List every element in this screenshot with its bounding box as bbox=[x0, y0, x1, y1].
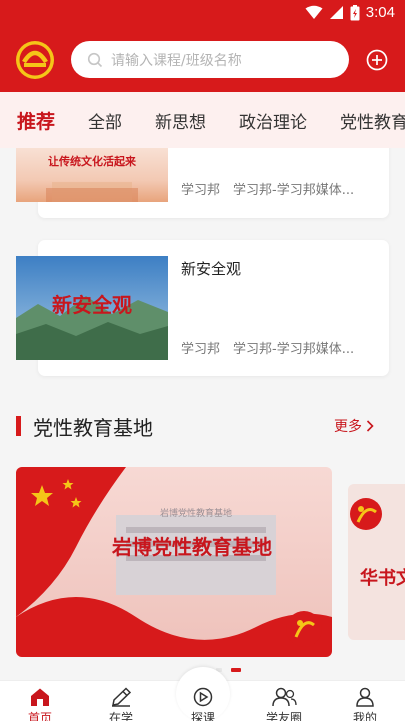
more-label: 更多 bbox=[334, 419, 362, 435]
tab-political-theory[interactable]: 政治理论 bbox=[239, 108, 307, 133]
building-sign: 岩博党性教育基地 bbox=[160, 507, 232, 519]
banner-card-next[interactable]: 华书文朝 bbox=[348, 484, 405, 640]
home-icon bbox=[31, 688, 49, 706]
wifi-icon bbox=[305, 5, 323, 19]
section-header: 党性教育基地 更多 bbox=[0, 410, 405, 442]
tab-recommend[interactable]: 推荐 bbox=[17, 107, 55, 134]
more-link[interactable]: 更多 bbox=[334, 416, 374, 436]
nav-learning-label: 在学 bbox=[108, 711, 133, 721]
nav-explore[interactable]: 探课 bbox=[173, 687, 233, 721]
course-meta: 学习邦 学习邦-学习邦媒体... bbox=[181, 179, 354, 198]
pencil-icon bbox=[112, 687, 132, 707]
category-tabs: 推荐 全部 新思想 政治理论 党性教育 bbox=[0, 92, 405, 148]
course-thumbnail: 让传统文化活起来 bbox=[16, 148, 168, 202]
nav-friends[interactable]: 学友圈 bbox=[254, 687, 314, 721]
banner-next-caption: 华书文朝 bbox=[360, 567, 405, 589]
feed: 让传统文化活起来 学习邦 学习邦-学习邦媒体... 新安全观 新安全观 学习邦 学习… bbox=[0, 148, 405, 680]
nav-learning[interactable]: 在学 bbox=[91, 687, 151, 721]
nav-explore-label: 探课 bbox=[190, 711, 215, 721]
banner-caption: 岩博党性教育基地 bbox=[111, 535, 272, 559]
course-source: 学习邦 bbox=[181, 183, 221, 198]
plus-circle-icon[interactable] bbox=[366, 49, 388, 71]
nav-home[interactable]: 首页 bbox=[10, 687, 70, 721]
nav-home-label: 首页 bbox=[27, 711, 52, 721]
search-input[interactable]: 请输入课程/班级名称 bbox=[71, 41, 349, 78]
course-publisher: 学习邦-学习邦媒体... bbox=[233, 183, 355, 198]
battery-icon bbox=[350, 4, 360, 20]
app-header: 请输入课程/班级名称 bbox=[0, 28, 405, 92]
course-source: 学习邦 bbox=[181, 342, 221, 357]
course-title: 新安全观 bbox=[181, 260, 242, 278]
chevron-right-icon bbox=[366, 420, 374, 432]
course-thumbnail: 新安全观 bbox=[16, 256, 168, 360]
status-icons: 3:04 bbox=[305, 4, 395, 21]
status-bar: 3:04 bbox=[0, 0, 405, 28]
course-meta: 学习邦 学习邦-学习邦媒体... bbox=[181, 338, 354, 357]
search-placeholder: 请输入课程/班级名称 bbox=[111, 52, 242, 69]
tab-party-education[interactable]: 党性教育 bbox=[340, 108, 405, 133]
union-logo-icon[interactable] bbox=[15, 40, 55, 80]
bottom-nav: 首页 在学 探课 学友圈 我的 bbox=[0, 667, 405, 721]
thumb-caption: 新安全观 bbox=[52, 293, 132, 317]
search-icon bbox=[87, 52, 103, 67]
tab-new-thought[interactable]: 新思想 bbox=[155, 108, 206, 133]
play-circle-icon bbox=[193, 687, 213, 707]
nav-profile-label: 我的 bbox=[352, 711, 377, 721]
section-title: 党性教育基地 bbox=[33, 416, 153, 440]
tab-all[interactable]: 全部 bbox=[88, 108, 122, 133]
banner-card[interactable]: 岩博党性教育基地 岩博党性教育基地 bbox=[16, 467, 332, 657]
signal-icon bbox=[329, 6, 343, 19]
thumb-caption: 让传统文化活起来 bbox=[48, 154, 137, 168]
course-publisher: 学习邦-学习邦媒体... bbox=[233, 342, 355, 357]
nav-friends-label: 学友圈 bbox=[265, 711, 302, 721]
friends-icon bbox=[272, 687, 297, 707]
nav-profile[interactable]: 我的 bbox=[335, 687, 395, 721]
section-accent-bar bbox=[16, 416, 21, 436]
status-time: 3:04 bbox=[365, 4, 395, 21]
user-icon bbox=[356, 687, 374, 707]
